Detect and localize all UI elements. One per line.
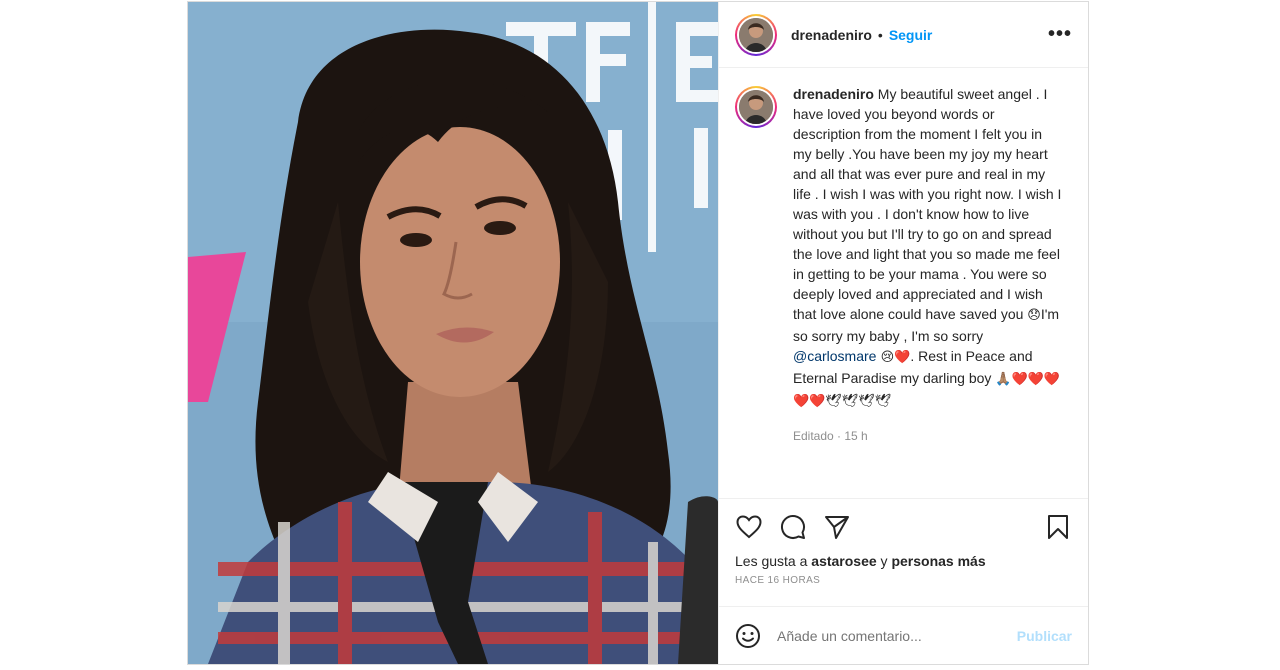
caption-age[interactable]: 15 h xyxy=(844,429,867,443)
bookmark-icon[interactable] xyxy=(1044,513,1072,541)
more-options-icon[interactable]: ••• xyxy=(1048,23,1072,46)
caption: drenadeniro My beautiful sweet angel . I… xyxy=(735,84,1072,446)
caption-avatar xyxy=(739,90,773,124)
post-timestamp[interactable]: HACE 16 HORAS xyxy=(735,575,1072,586)
caption-meta: Editado · 15 h xyxy=(793,426,1063,446)
story-ring[interactable] xyxy=(735,13,777,56)
likes-user[interactable]: astarosee xyxy=(811,553,876,569)
add-comment-bar: Publicar xyxy=(719,606,1088,664)
header-username[interactable]: drenadeniro xyxy=(791,27,872,43)
post-sidebar: drenadeniro • Seguir ••• drenadeniro My … xyxy=(718,2,1088,664)
follow-button[interactable]: Seguir xyxy=(889,27,933,43)
action-icons xyxy=(735,505,1072,549)
action-bar: Les gusta a astarosee y personas más HAC… xyxy=(719,498,1088,606)
comment-icon[interactable] xyxy=(779,513,807,541)
instagram-post: drenadeniro • Seguir ••• drenadeniro My … xyxy=(187,1,1089,665)
heart-icon[interactable] xyxy=(735,513,763,541)
mention-link[interactable]: @carlosmare xyxy=(793,348,876,364)
comment-input[interactable] xyxy=(775,626,1017,645)
caption-body: drenadeniro My beautiful sweet angel . I… xyxy=(793,84,1063,446)
caption-text-1: My beautiful sweet angel . I have loved … xyxy=(793,86,1062,322)
header-separator: • xyxy=(877,26,883,43)
post-header: drenadeniro • Seguir ••• xyxy=(719,2,1088,68)
edited-label: Editado xyxy=(793,429,834,443)
disappointed-emoji: 😞 xyxy=(1027,308,1041,323)
caption-username[interactable]: drenadeniro xyxy=(793,86,874,102)
comments-area[interactable]: drenadeniro My beautiful sweet angel . I… xyxy=(719,68,1088,498)
post-photo[interactable] xyxy=(188,2,718,664)
meta-separator: · xyxy=(833,429,845,443)
avatar xyxy=(739,17,773,52)
likes-others[interactable]: personas más xyxy=(891,553,985,569)
likes-middle: y xyxy=(876,553,892,569)
caption-story-ring[interactable] xyxy=(735,86,777,128)
likes-prefix: Les gusta a xyxy=(735,553,812,569)
share-icon[interactable] xyxy=(823,513,851,541)
smiley-icon[interactable] xyxy=(735,623,761,649)
likes-summary: Les gusta a astarosee y personas más xyxy=(735,553,1072,569)
crying-heart-emoji: 😢❤️ xyxy=(876,350,911,365)
publish-button[interactable]: Publicar xyxy=(1017,628,1072,644)
post-image xyxy=(188,2,718,664)
